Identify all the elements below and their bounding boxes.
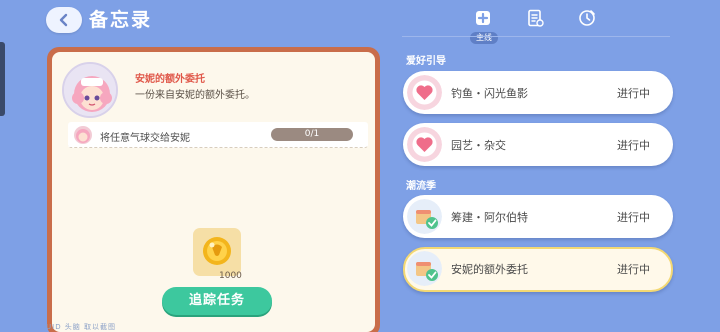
uid-watermark: UID 头脑 取以截图 <box>46 323 117 331</box>
quest-card-status: 进行中 <box>617 211 650 224</box>
side-edge-tab[interactable] <box>0 42 5 116</box>
tab-clock[interactable] <box>574 6 600 30</box>
reward-item[interactable] <box>193 228 241 276</box>
back-button[interactable] <box>46 7 82 33</box>
cake-check-icon <box>407 251 442 286</box>
quest-card-status: 进行中 <box>617 139 650 152</box>
npc-avatar <box>62 62 118 118</box>
task-list-icon <box>528 9 544 27</box>
heart-bubble-icon <box>407 75 442 110</box>
objective-row: 将任意气球交给安妮 0/1 <box>68 122 368 148</box>
gold-coin-icon <box>203 237 231 265</box>
tab-divider <box>402 36 670 37</box>
quest-card-name: 筹建・阿尔伯特 <box>451 211 528 224</box>
page-title: 备忘录 <box>89 9 153 31</box>
quest-card-name: 安妮的额外委托 <box>451 263 528 276</box>
reward-count: 1000 <box>219 271 242 281</box>
quest-detail-panel: 安妮的额外委托 一份来自安妮的额外委托。 将任意气球交给安妮 0/1 1000 … <box>47 47 380 332</box>
objective-text: 将任意气球交给安妮 <box>100 133 190 144</box>
tab-task-list[interactable] <box>522 6 548 30</box>
back-arrow-icon <box>59 13 68 27</box>
quest-card-gardening[interactable]: 园艺・杂交 进行中 <box>403 123 673 166</box>
quest-card-status: 进行中 <box>617 263 650 276</box>
heart-bubble-icon <box>407 127 442 162</box>
cake-check-icon <box>407 199 442 234</box>
tab-main-quest-label: 主线 <box>470 32 498 44</box>
quest-description: 一份来自安妮的额外委托。 <box>135 90 255 101</box>
anne-mini-avatar-icon <box>74 126 92 144</box>
quest-card-name: 园艺・杂交 <box>451 139 506 152</box>
track-quest-button[interactable]: 追踪任务 <box>162 287 272 315</box>
main-quest-icon <box>476 11 490 25</box>
clock-icon <box>579 10 595 26</box>
quest-card-name: 钓鱼・闪光鱼影 <box>451 87 528 100</box>
quest-card-anne-extra[interactable]: 安妮的额外委托 进行中 <box>403 247 673 292</box>
objective-progress: 0/1 <box>271 128 353 141</box>
quest-card-fishing[interactable]: 钓鱼・闪光鱼影 进行中 <box>403 71 673 114</box>
quest-detail-content: 安妮的额外委托 一份来自安妮的额外委托。 将任意气球交给安妮 0/1 1000 … <box>52 52 375 332</box>
quest-card-albert[interactable]: 筹建・阿尔伯特 进行中 <box>403 195 673 238</box>
quest-name: 安妮的额外委托 <box>135 74 205 85</box>
section-title-trend-season: 潮流季 <box>406 181 436 192</box>
section-title-hobby: 爱好引导 <box>406 56 446 67</box>
quest-card-status: 进行中 <box>617 87 650 100</box>
anne-portrait-icon <box>64 64 116 116</box>
tab-main-quest[interactable] <box>470 6 496 30</box>
